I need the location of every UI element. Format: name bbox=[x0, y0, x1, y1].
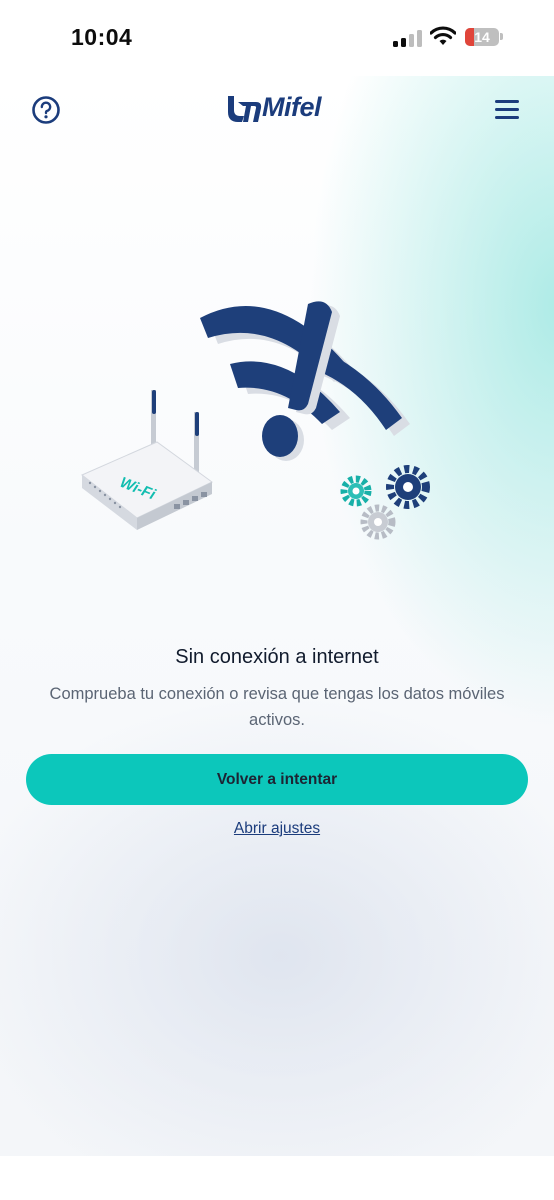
bottom-safe-area bbox=[0, 1156, 554, 1200]
router-icon: Wi-Fi bbox=[81, 390, 213, 530]
battery-cap bbox=[500, 33, 503, 40]
retry-button[interactable]: Volver a intentar bbox=[26, 754, 528, 805]
hamburger-menu-icon[interactable] bbox=[494, 98, 520, 120]
page-title: Sin conexión a internet bbox=[175, 646, 379, 668]
open-settings-link[interactable]: Abrir ajustes bbox=[0, 820, 554, 838]
gears-icon bbox=[340, 465, 430, 540]
no-connection-screen bbox=[0, 76, 554, 1156]
status-bar: 10:04 14 bbox=[0, 0, 554, 76]
battery-level-text: 14 bbox=[474, 29, 490, 45]
logo-text: Mifel bbox=[262, 92, 322, 122]
mifel-logo-icon bbox=[228, 96, 262, 122]
cellular-signal-icon bbox=[393, 29, 423, 47]
status-time: 10:04 bbox=[71, 24, 133, 50]
battery-icon: 14 bbox=[465, 28, 499, 46]
wifi-icon bbox=[430, 26, 456, 45]
question-circle-icon[interactable] bbox=[31, 95, 61, 125]
no-wifi-illustration: Wi-Fi bbox=[81, 301, 430, 540]
mifel-logo: Mifel bbox=[224, 92, 344, 126]
error-message: Comprueba tu conexión o revisa que tenga… bbox=[49, 685, 505, 729]
